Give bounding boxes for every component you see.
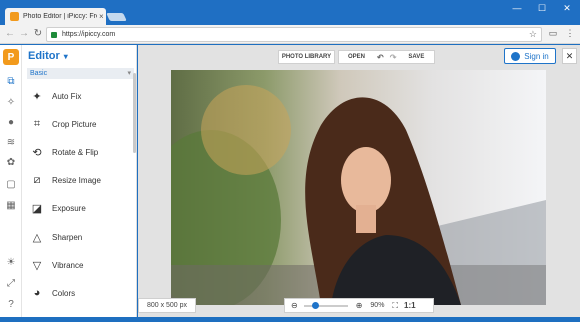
palette-icon: ◕ — [33, 287, 41, 300]
photo-library-button[interactable]: PHOTO LIBRARY — [278, 50, 335, 64]
bookmark-star-icon[interactable]: ☆ — [529, 29, 537, 40]
menu-item-crop-picture[interactable]: ⌗ Crop Picture — [22, 110, 134, 138]
fit-screen-icon[interactable]: ⛶ — [392, 301, 398, 311]
menu-item-label: Exposure — [52, 204, 86, 214]
sign-in-label: Sign in — [524, 51, 549, 61]
zoom-out-icon[interactable]: ⊖ — [291, 301, 298, 310]
light-tool-icon[interactable]: ☀ — [4, 255, 18, 269]
url-field[interactable]: https://ipiccy.com ☆ — [46, 27, 542, 42]
effects-tool-icon[interactable]: ✿ — [4, 155, 18, 169]
menu-item-label: Sharpen — [52, 232, 83, 242]
menu-item-label: Crop Picture — [52, 119, 97, 129]
menu-item-auto-fix[interactable]: ✦ Auto Fix — [22, 82, 134, 110]
save-button[interactable]: SAVE — [408, 54, 424, 60]
menu-item-exposure[interactable]: ◪ Exposure — [22, 195, 134, 223]
help-icon[interactable]: ? — [4, 297, 18, 311]
panel-scrollbar[interactable] — [133, 73, 136, 153]
fullscreen-tool-icon[interactable]: ⤢ — [4, 276, 18, 290]
editor-dropdown[interactable]: Editor ▾ — [28, 50, 68, 62]
menu-item-sharpen[interactable]: △ Sharpen — [22, 223, 134, 251]
texture-tool-icon[interactable]: ▦ — [4, 198, 18, 212]
photo-canvas[interactable] — [171, 70, 546, 305]
open-button[interactable]: OPEN — [348, 54, 365, 60]
cast-icon[interactable]: ▭ — [547, 28, 559, 39]
zoom-percent: 90% — [370, 302, 385, 309]
crop-icon: ⌗ — [33, 117, 41, 130]
back-icon[interactable]: ← — [4, 28, 16, 39]
chevron-down-icon: ▾ — [63, 52, 68, 61]
exposure-icon: ◪ — [31, 203, 43, 216]
tab-title: Photo Editor | iPiccy: Fre — [23, 13, 97, 20]
close-editor-button[interactable]: ✕ — [562, 48, 577, 64]
menu-item-label: Vibrance — [52, 260, 84, 270]
layers-tool-icon[interactable]: ≋ — [4, 135, 18, 149]
window-bottom-edge — [0, 317, 580, 322]
menu-item-resize-image[interactable]: ⧄ Resize Image — [22, 167, 134, 195]
editor-panel: Editor ▾ Basic ▾ ✦ Auto Fix ⌗ Crop Picture … — [22, 45, 137, 322]
resize-icon: ⧄ — [33, 174, 41, 187]
zoom-slider[interactable] — [303, 301, 348, 309]
undo-icon[interactable]: ↶ — [377, 53, 384, 62]
image-size-label: 800 x 500 px — [138, 298, 196, 313]
close-window-icon[interactable]: ✕ — [560, 3, 574, 14]
crop-tool-icon[interactable]: ⧉ — [4, 74, 18, 88]
face-tool-icon[interactable]: ● — [4, 115, 18, 129]
menu-item-vibrance[interactable]: ▽ Vibrance — [22, 251, 134, 279]
magic-wand-icon: ✦ — [32, 90, 42, 103]
menu-item-label: Colors — [52, 288, 76, 298]
wand-tool-icon[interactable]: ✧ — [4, 95, 18, 109]
browser-tab[interactable]: Photo Editor | iPiccy: Fre × — [5, 8, 106, 25]
tab-close-icon[interactable]: × — [99, 12, 104, 21]
zoom-bar: ⊖ ⊕ 90% ⛶ 1:1 — [284, 298, 434, 313]
forward-icon[interactable]: → — [18, 28, 30, 39]
address-bar: ← → ↻ https://ipiccy.com ☆ ▭ ⋮ — [0, 25, 580, 44]
reload-icon[interactable]: ↻ — [32, 28, 44, 39]
menu-icon[interactable]: ⋮ — [564, 28, 576, 39]
redo-icon[interactable]: ↷ — [390, 53, 397, 62]
lock-icon — [51, 31, 57, 38]
menu-item-colors[interactable]: ◕ Colors — [22, 279, 134, 307]
vibrance-icon: ▽ — [32, 259, 42, 272]
frame-tool-icon[interactable]: ▢ — [4, 177, 18, 191]
user-icon — [511, 51, 521, 61]
editor-title: Editor — [28, 50, 60, 62]
url-text: https://ipiccy.com — [62, 31, 116, 38]
file-actions: OPEN ↶ ↷ SAVE — [338, 50, 435, 64]
menu-item-label: Rotate & Flip — [52, 147, 99, 157]
tool-menu: ✦ Auto Fix ⌗ Crop Picture ⟲ Rotate & Flip ⧄… — [22, 82, 134, 322]
new-tab-button[interactable] — [106, 13, 127, 21]
section-label: Basic — [30, 70, 48, 77]
canvas-area: PHOTO LIBRARY OPEN ↶ ↷ SAVE Sign in ✕ 80… — [138, 45, 580, 317]
browser-titlebar: Photo Editor | iPiccy: Fre × — ☐ ✕ — [0, 0, 580, 25]
zoom-in-icon[interactable]: ⊕ — [356, 301, 363, 310]
zoom-slider-knob[interactable] — [311, 301, 319, 309]
section-dropdown[interactable]: Basic ▾ — [27, 68, 134, 79]
sharpen-icon: △ — [32, 231, 42, 244]
menu-item-label: Resize Image — [52, 176, 101, 186]
ipiccy-logo-icon[interactable]: P — [3, 49, 19, 65]
rotate-icon: ⟲ — [32, 146, 42, 159]
actual-size-button[interactable]: 1:1 — [404, 301, 416, 310]
tool-icon-bar: P ⧉ ✧ ● ≋ ✿ ▢ ▦ ☀ ⤢ ? — [0, 45, 22, 317]
maximize-icon[interactable]: ☐ — [535, 3, 549, 14]
minimize-icon[interactable]: — — [510, 3, 524, 13]
sign-in-button[interactable]: Sign in — [504, 48, 556, 64]
ipiccy-favicon-icon — [10, 12, 19, 21]
menu-item-rotate-flip[interactable]: ⟲ Rotate & Flip — [22, 138, 134, 166]
chevron-down-icon: ▾ — [127, 70, 131, 77]
menu-item-label: Auto Fix — [52, 91, 82, 101]
photo-image — [171, 70, 546, 305]
